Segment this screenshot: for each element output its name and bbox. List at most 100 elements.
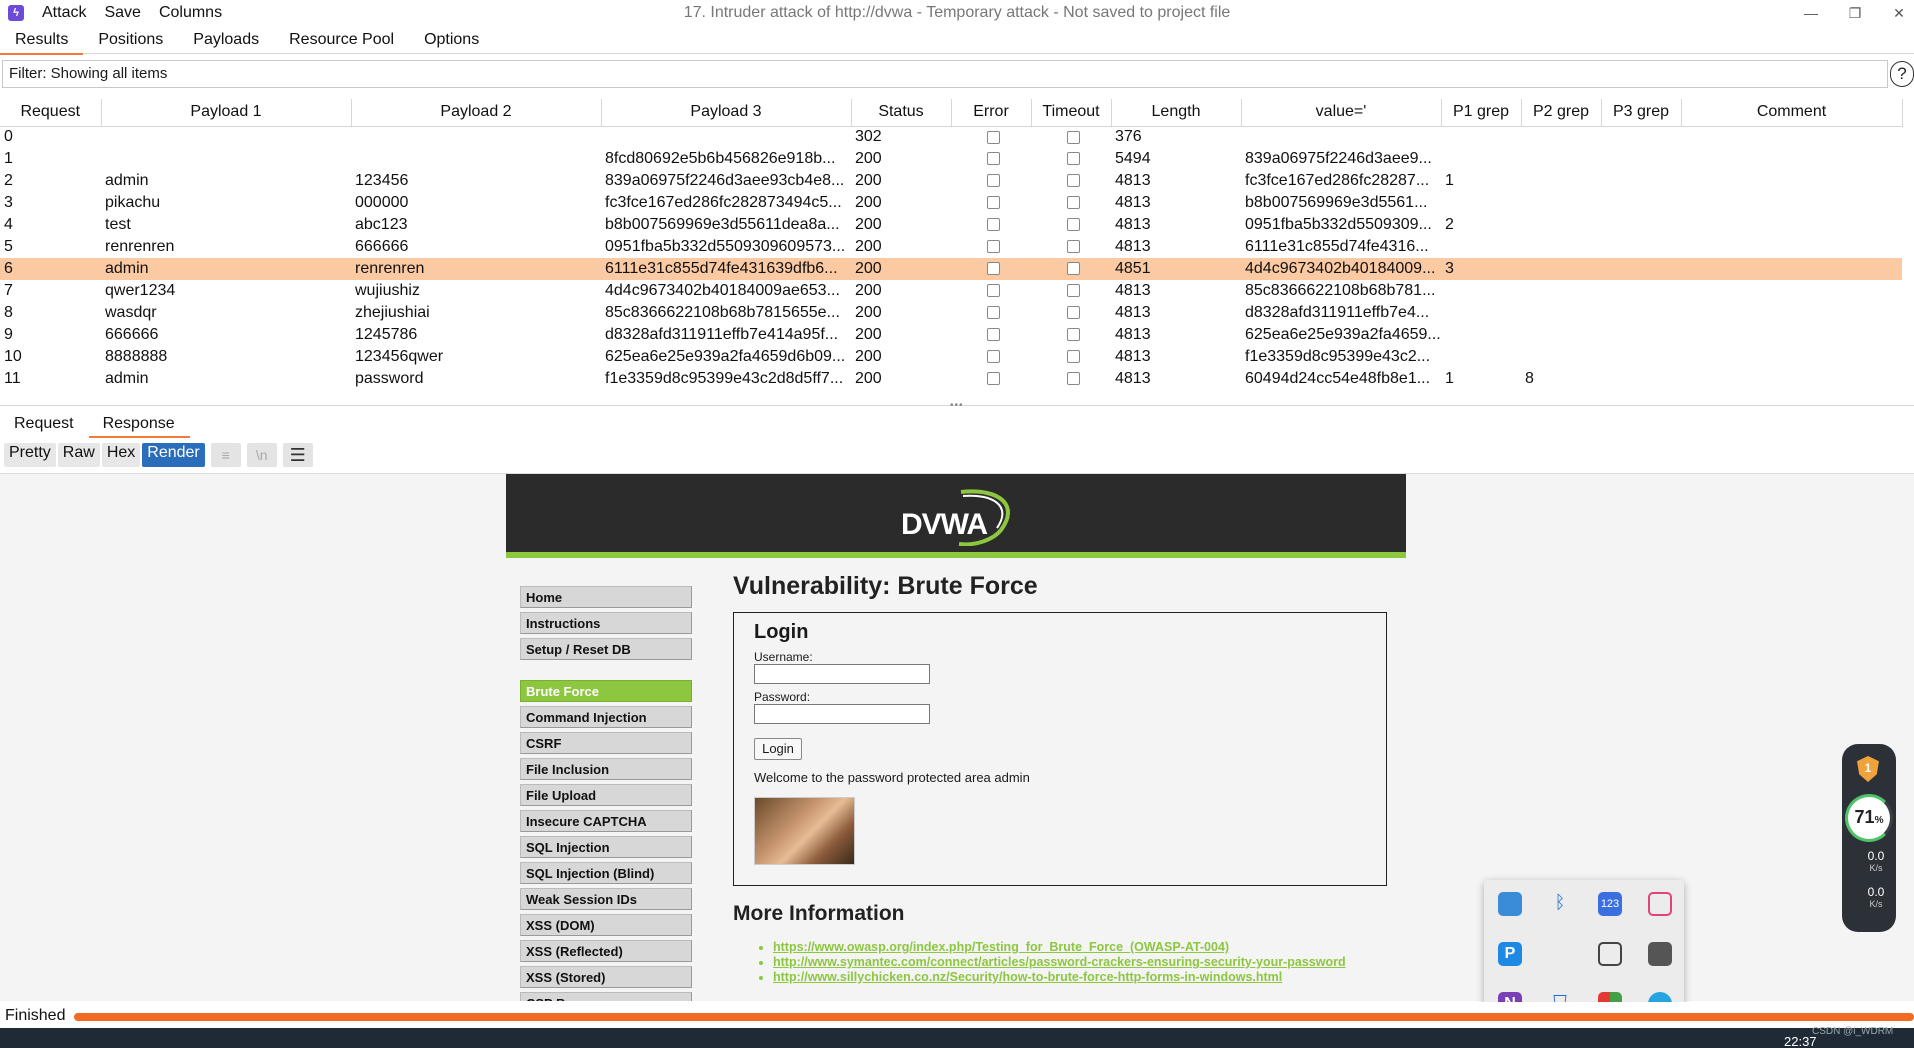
column-header-timeout[interactable]: Timeout <box>1031 99 1112 127</box>
column-header-p3-grep[interactable]: P3 grep <box>1601 99 1682 127</box>
main-tabs: Results Positions Payloads Resource Pool… <box>0 28 1914 55</box>
column-header-payload1[interactable]: Payload 1 <box>101 99 352 127</box>
column-header-p1-grep[interactable]: P1 grep <box>1441 99 1522 127</box>
filter-bar[interactable]: Filter: Showing all items <box>2 60 1888 88</box>
more-info-link[interactable]: http://www.sillychicken.co.nz/Security/h… <box>773 970 1383 985</box>
copy-app-icon[interactable] <box>1598 942 1622 966</box>
password-input[interactable] <box>754 704 930 724</box>
dvwa-menu-command-injection[interactable]: Command Injection <box>520 706 692 728</box>
dvwa-menu-csp-bypass[interactable]: CSP B... <box>520 992 692 1001</box>
hex-button[interactable]: Hex <box>101 443 141 467</box>
table-cell: 4851 <box>1111 258 1241 280</box>
table-row[interactable]: 2 admin 123456 839a06975f2246d3aee93cb4e8..… <box>0 170 1902 192</box>
dvwa-menu-home[interactable]: Home <box>520 586 692 608</box>
tab-positions[interactable]: Positions <box>83 28 178 54</box>
table-row[interactable]: 10 8888888 123456qwer 625ea6e25e939a2fa4659… <box>0 346 1902 368</box>
table-cell <box>1681 346 1902 368</box>
column-header-error[interactable]: Error <box>951 99 1032 127</box>
dvwa-menu-setup[interactable]: Setup / Reset DB <box>520 638 692 660</box>
dvwa-menu-brute-force[interactable]: Brute Force <box>520 680 692 702</box>
table-row[interactable]: 5 renrenren 666666 0951fba5b332d55093096095… <box>0 236 1902 258</box>
timeout-checkbox-cell <box>1031 236 1111 258</box>
show-newlines-icon[interactable]: \n <box>246 443 277 467</box>
timeout-checkbox-cell <box>1031 302 1111 324</box>
close-icon[interactable]: ✕ <box>1884 2 1914 24</box>
table-cell: 200 <box>855 216 882 233</box>
table-cell: 200 <box>851 258 951 280</box>
system-monitor-widget[interactable]: 1 71% 0.0 K/s 0.0 K/s <box>1842 744 1896 932</box>
display-app-icon[interactable] <box>1648 942 1672 966</box>
results-table: Request Payload 1 Payload 2 Payload 3 St… <box>0 99 1903 390</box>
table-row[interactable]: 8 wasdqr zhejiushiai 85c8366622108b68b78156… <box>0 302 1902 324</box>
menu-icon[interactable]: ☰ <box>282 443 313 467</box>
dvwa-menu-xss-stored[interactable]: XSS (Stored) <box>520 966 692 988</box>
dvwa-menu-xss-dom[interactable]: XSS (DOM) <box>520 914 692 936</box>
bilibili-icon[interactable] <box>1648 892 1672 916</box>
error-checkbox <box>986 174 1000 188</box>
table-cell <box>351 148 601 170</box>
table-row[interactable]: 3 pikachu 000000 fc3fce167ed286fc282873494c… <box>0 192 1902 214</box>
dvwa-menu-xss-reflected[interactable]: XSS (Reflected) <box>520 940 692 962</box>
menu-columns[interactable]: Columns <box>159 4 222 22</box>
username-input[interactable] <box>754 664 930 684</box>
table-row[interactable]: 6 admin renrenren 6111e31c855d74fe431639dfb… <box>0 258 1902 280</box>
table-row[interactable]: 0 302 376 <box>0 126 1902 148</box>
input-method-icon[interactable]: 123 <box>1598 892 1622 916</box>
tab-results[interactable]: Results <box>0 28 84 55</box>
bluetooth-icon[interactable]: ᛒ <box>1548 892 1572 916</box>
table-row[interactable]: 4 test abc123 b8b007569969e3d55611dea8a... 2… <box>0 214 1902 236</box>
table-row[interactable]: 1 8fcd80692e5b6b456826e918b... 200 5494 839a… <box>0 148 1902 170</box>
p-app-icon[interactable]: P <box>1498 942 1522 966</box>
dvwa-menu-sql-injection[interactable]: SQL Injection <box>520 836 692 858</box>
table-cell: d8328afd311911effb7e414a95f... <box>605 326 839 343</box>
table-cell: 9 <box>4 326 13 343</box>
render-button[interactable]: Render <box>142 443 205 467</box>
column-header-value-grep[interactable]: value=' <box>1241 99 1442 127</box>
dvwa-menu-weak-session-ids[interactable]: Weak Session IDs <box>520 888 692 910</box>
tab-payloads[interactable]: Payloads <box>178 28 274 54</box>
dvwa-menu-file-inclusion[interactable]: File Inclusion <box>520 758 692 780</box>
tab-resource-pool[interactable]: Resource Pool <box>274 28 409 54</box>
tab-response[interactable]: Response <box>88 412 190 438</box>
login-button[interactable]: Login <box>754 738 802 760</box>
minimize-icon[interactable]: — <box>1796 2 1826 24</box>
column-header-payload3[interactable]: Payload 3 <box>601 99 852 127</box>
tab-options[interactable]: Options <box>409 28 494 54</box>
menu-save[interactable]: Save <box>104 4 140 22</box>
table-cell <box>1681 368 1902 390</box>
pretty-button[interactable]: Pretty <box>4 443 56 467</box>
raw-button[interactable]: Raw <box>57 443 100 467</box>
dvwa-menu-insecure-captcha[interactable]: Insecure CAPTCHA <box>520 810 692 832</box>
tab-request[interactable]: Request <box>0 412 89 438</box>
column-header-status[interactable]: Status <box>851 99 952 127</box>
welcome-message: Welcome to the password protected area a… <box>754 770 1030 785</box>
table-cell: 200 <box>855 282 882 299</box>
table-cell <box>1521 280 1601 302</box>
dvwa-menu-instructions[interactable]: Instructions <box>520 612 692 634</box>
dvwa-menu-file-upload[interactable]: File Upload <box>520 784 692 806</box>
restore-icon[interactable]: ❐ <box>1840 2 1870 24</box>
column-header-p2-grep[interactable]: P2 grep <box>1521 99 1602 127</box>
timeout-checkbox-cell <box>1031 346 1111 368</box>
wrap-lines-icon[interactable]: ≡ <box>210 443 241 467</box>
table-cell: d8328afd311911effb7e4... <box>1245 304 1430 321</box>
column-header-comment[interactable]: Comment <box>1681 99 1903 127</box>
more-info-link[interactable]: https://www.owasp.org/index.php/Testing_… <box>773 940 1383 955</box>
column-header-length[interactable]: Length <box>1111 99 1242 127</box>
more-info-link[interactable]: http://www.symantec.com/connect/articles… <box>773 955 1383 970</box>
splitter-handle[interactable]: ••• <box>950 400 964 411</box>
help-icon[interactable]: ? <box>1890 61 1914 87</box>
dvwa-menu-csrf[interactable]: CSRF <box>520 732 692 754</box>
monitor-app-icon[interactable] <box>1498 892 1522 916</box>
table-cell: 8888888 <box>105 348 168 365</box>
column-header-payload2[interactable]: Payload 2 <box>351 99 602 127</box>
table-row[interactable]: 7 qwer1234 wujiushiz 4d4c9673402b40184009ae… <box>0 280 1902 302</box>
table-cell: 7 <box>4 282 13 299</box>
table-row[interactable]: 9 666666 1245786 d8328afd311911effb7e414a95… <box>0 324 1902 346</box>
table-row[interactable]: 11 admin password f1e3359d8c95399e43c2d8d5f… <box>0 368 1902 390</box>
column-header-request[interactable]: Request <box>0 99 102 127</box>
table-cell: 839a06975f2246d3aee9... <box>1245 150 1432 167</box>
menu-attack[interactable]: Attack <box>42 4 86 22</box>
table-cell <box>1681 192 1902 214</box>
dvwa-menu-sql-injection-blind[interactable]: SQL Injection (Blind) <box>520 862 692 884</box>
